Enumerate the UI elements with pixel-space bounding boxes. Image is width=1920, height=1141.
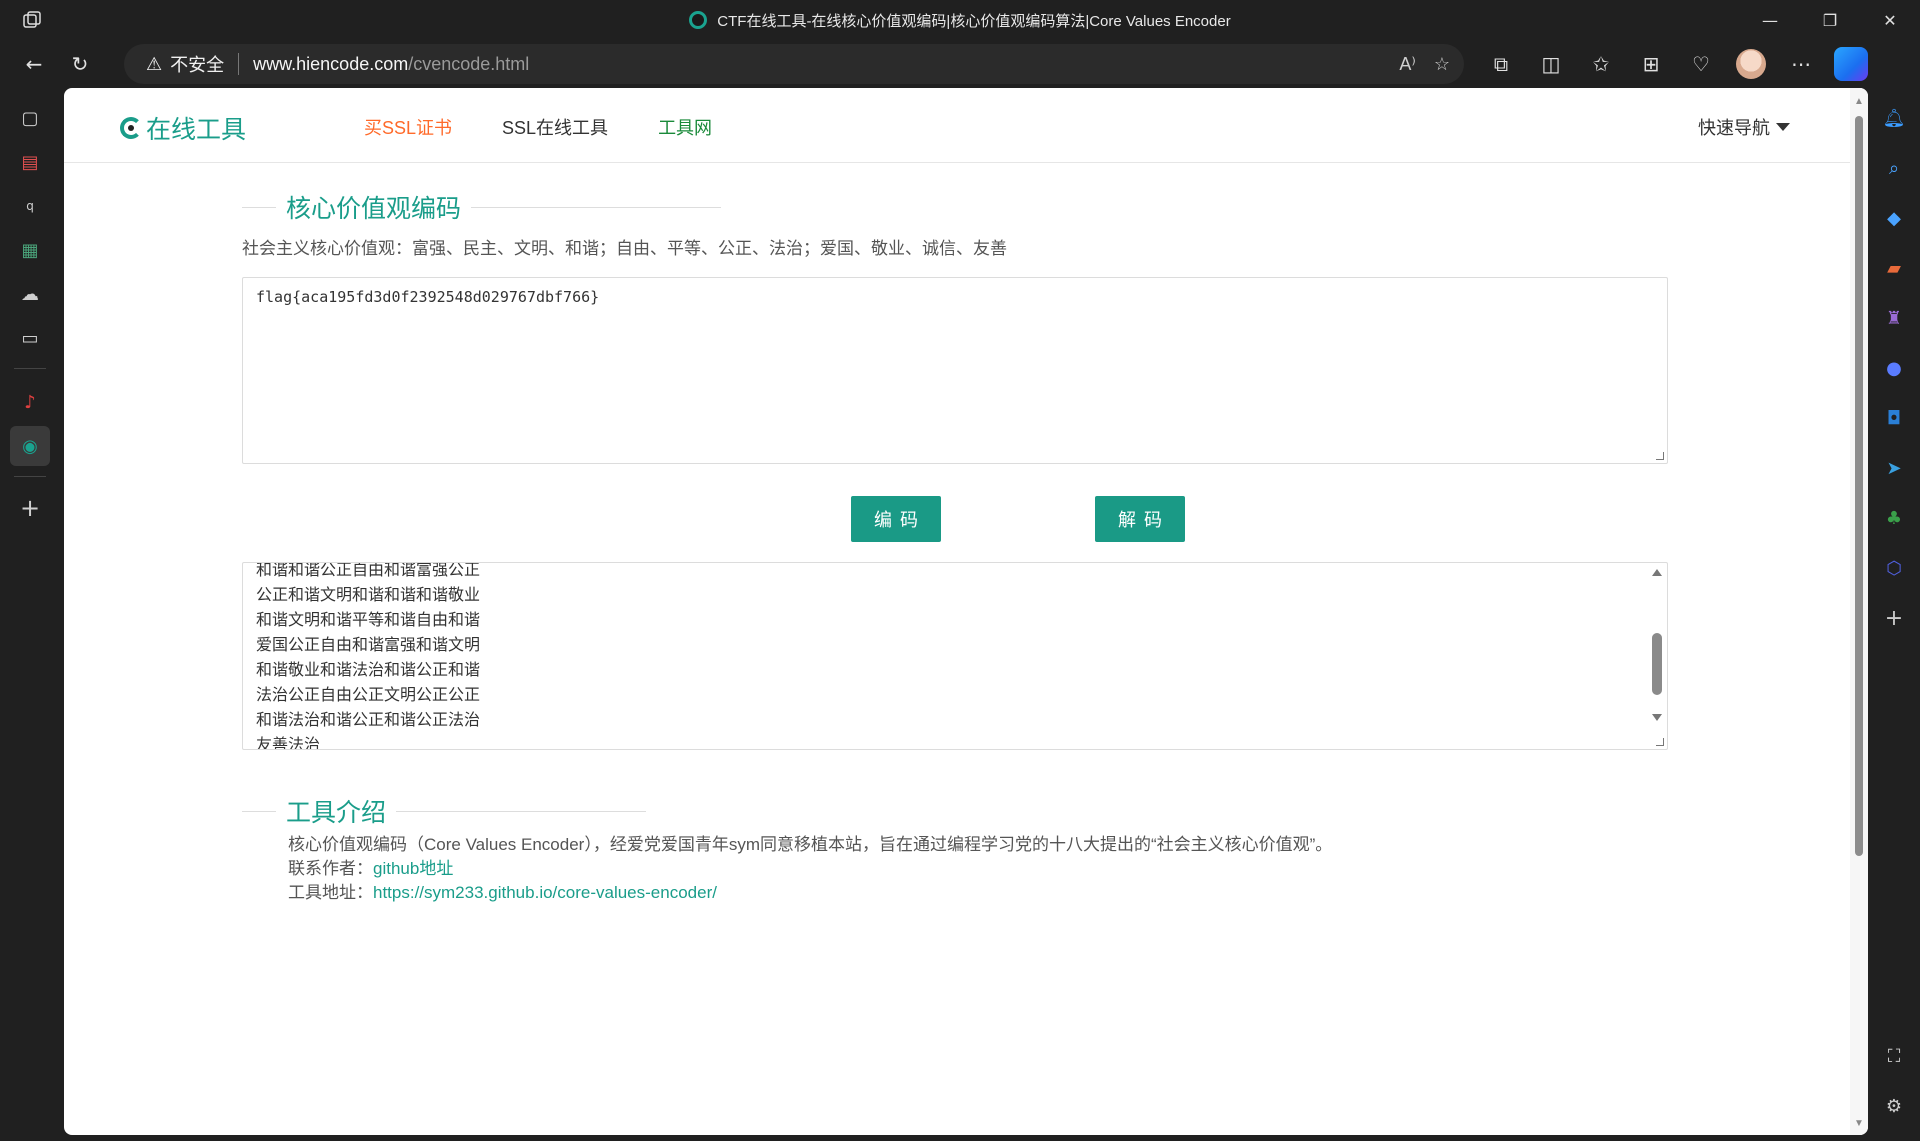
quick-nav-dropdown[interactable]: 快速导航 [1698,114,1790,140]
minimize-button[interactable]: — [1740,0,1800,40]
page-subtitle: 社会主义核心价值观：富强、民主、文明、和谐；自由、平等、公正、法治；爱国、敬业、… [242,239,1007,258]
tool-url-label: 工具地址： [288,883,373,902]
workspaces-icon[interactable] [0,0,64,40]
screenshot-icon[interactable]: ⛶ [1878,1040,1910,1072]
github-link[interactable]: github地址 [373,859,453,878]
intro-description: 核心价值观编码（Core Values Encoder），经爱党爱国青年sym同… [288,835,1333,854]
nav-link-ssl-tools[interactable]: SSL在线工具 [502,114,608,140]
tab-active-site-icon[interactable]: ◉ [10,426,50,466]
copilot-icon[interactable] [1826,46,1876,82]
outlook-icon[interactable]: ◘ [1878,402,1910,434]
tab-cloud-icon[interactable]: ☁ [10,274,50,314]
nav-link-buy-ssl[interactable]: 买SSL证书 [364,114,452,140]
games-icon[interactable]: ♜ [1878,302,1910,334]
nav-link-tools-site[interactable]: 工具网 [658,114,712,140]
input-value: flag{aca195fd3d0f2392548d029767dbf766} [256,288,600,306]
scroll-down-arrow-icon[interactable] [1652,714,1662,721]
page-title: 核心价值观编码 [286,195,462,223]
tab-sheet-icon[interactable]: ▦ [10,230,50,270]
window-title-text: CTF在线工具-在线核心价值观编码|核心价值观编码算法|Core Values … [717,12,1231,30]
tool-url-link[interactable]: https://sym233.github.io/core-values-enc… [373,883,717,902]
extensions-icon[interactable]: ⧉ [1476,46,1526,82]
output-line: 友善法治 [256,735,321,750]
search-icon[interactable]: ⌕ [1878,152,1910,184]
collections-icon[interactable]: ⊞ [1626,46,1676,82]
favorites-icon[interactable]: ✩ [1576,46,1626,82]
tab-search-icon[interactable]: q [10,186,50,226]
output-textarea[interactable]: 和谐和谐公正自由和谐富强公正 公正和谐文明和谐和谐和谐敬业 和谐文明和谐平等和谐… [242,562,1668,750]
address-host[interactable]: www.hiencode.com [253,54,408,75]
security-label[interactable]: 不安全 [170,51,224,77]
quick-nav-label: 快速导航 [1698,118,1770,138]
page-scroll-up-icon[interactable]: ▲ [1853,96,1865,107]
split-screen-icon[interactable]: ◫ [1526,46,1576,82]
favorite-star-icon[interactable]: ☆ [1434,54,1450,75]
restore-button[interactable]: ❐ [1800,0,1860,40]
output-line: 法治公正自由公正文明公正公正 [256,685,481,704]
warning-icon[interactable]: ⚠ [146,54,162,75]
profile-avatar[interactable] [1726,46,1776,82]
output-line: 公正和谐文明和谐和谐和谐敬业 [256,585,481,604]
window-title: CTF在线工具-在线核心价值观编码|核心价值观编码算法|Core Values … [0,0,1920,40]
more-menu-icon[interactable]: ⋯ [1776,46,1826,82]
output-line: 和谐文明和谐平等和谐自由和谐 [256,610,481,629]
main-section-title: 核心价值观编码 [242,189,722,225]
output-line: 和谐敬业和谐法治和谐公正和谐 [256,660,481,679]
tab-music-icon[interactable]: ♪ [10,382,50,422]
tools-briefcase-icon[interactable]: ▰ [1878,252,1910,284]
page-scroll-thumb[interactable] [1855,116,1863,856]
address-path[interactable]: /cvencode.html [408,54,529,75]
back-button[interactable]: ← [14,46,54,82]
resize-grip-icon[interactable] [1656,738,1664,746]
address-separator [238,53,240,75]
refresh-button[interactable]: ↻ [60,46,100,82]
shopping-tag-icon[interactable]: ◆ [1878,202,1910,234]
left-sidebar: ▢ ▤ q ▦ ☁ ▭ ♪ ◉ + [0,88,52,1141]
output-scrollbar[interactable] [1649,565,1665,747]
output-line: 爱国公正自由和谐富强和谐文明 [256,635,481,654]
decode-button[interactable]: 解码 [1095,496,1185,542]
logo-mark-icon [120,117,142,139]
page-scroll-down-icon[interactable]: ▼ [1853,1118,1865,1129]
intro-text: 核心价值观编码（Core Values Encoder），经爱党爱国青年sym同… [288,833,1332,905]
tab-actions-icon[interactable]: ▢ [10,98,50,138]
page-viewport: 在线工具 买SSL证书 SSL在线工具 工具网 快速导航 核心价值观编码 社会主… [64,88,1868,1135]
address-bar[interactable]: ⚠ 不安全 www.hiencode.com/cvencode.html A⁾ … [124,44,1464,84]
site-navbar: 在线工具 买SSL证书 SSL在线工具 工具网 快速导航 [64,88,1850,163]
resize-grip-icon[interactable] [1656,452,1664,460]
site-logo[interactable]: 在线工具 [120,110,246,146]
browser-toolbar: ← ↻ ⚠ 不安全 www.hiencode.com/cvencode.html… [0,40,1920,88]
intro-section-title: 工具介绍 [242,793,647,829]
output-line: 和谐法治和谐公正和谐公正法治 [256,710,481,729]
caret-down-icon [1776,123,1790,131]
send-icon[interactable]: ➤ [1878,452,1910,484]
browser-essentials-icon[interactable]: ♡ [1676,46,1726,82]
right-sidebar: 🔔︎ ⌕ ◆ ▰ ♜ ● ◘ ➤ ♣ ⬡ + ⛶ ⚙ [1868,88,1920,1141]
read-aloud-icon[interactable]: A⁾ [1399,54,1415,75]
encode-button[interactable]: 编码 [851,496,941,542]
new-tab-icon[interactable]: + [10,488,50,528]
settings-gear-icon[interactable]: ⚙ [1878,1090,1910,1122]
tab-pdf-icon[interactable]: ▤ [10,142,50,182]
output-scroll-thumb[interactable] [1652,633,1662,695]
copilot-sidebar-icon[interactable]: ● [1878,352,1910,384]
logo-text: 在线工具 [146,116,247,144]
site-favicon-icon [689,11,708,29]
output-line: 和谐和谐公正自由和谐富强公正 [256,562,481,579]
intro-title: 工具介绍 [286,799,387,827]
title-bar: CTF在线工具-在线核心价值观编码|核心价值观编码算法|Core Values … [0,0,1920,40]
scroll-up-arrow-icon[interactable] [1652,569,1662,576]
sidebar-divider [14,368,46,369]
page-scrollbar[interactable]: ▲ ▼ [1850,88,1868,1135]
notification-bell-icon[interactable]: 🔔︎ [1878,102,1910,134]
sidebar-divider [14,476,46,477]
tree-icon[interactable]: ♣ [1878,502,1910,534]
hexagon-icon[interactable]: ⬡ [1878,552,1910,584]
contact-label: 联系作者： [288,859,373,878]
add-sidebar-app-icon[interactable]: + [1878,602,1910,634]
tab-chat-icon[interactable]: ▭ [10,318,50,358]
input-textarea[interactable]: flag{aca195fd3d0f2392548d029767dbf766} [242,277,1668,464]
close-button[interactable]: ✕ [1860,0,1920,40]
